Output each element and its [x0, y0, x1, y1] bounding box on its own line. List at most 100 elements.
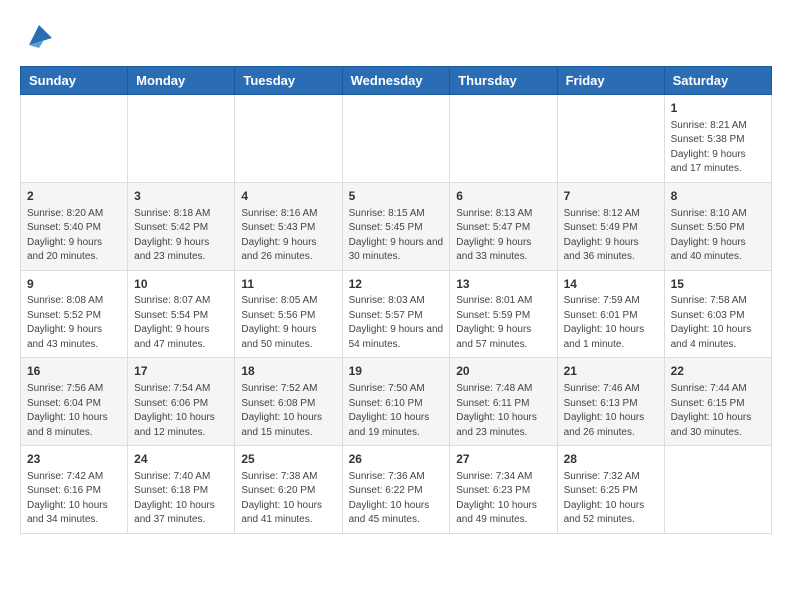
calendar-cell: 26 Sunrise: 7:36 AM Sunset: 6:22 PM Dayli…: [342, 446, 450, 534]
calendar-cell: [128, 95, 235, 183]
calendar-cell: 1 Sunrise: 8:21 AM Sunset: 5:38 PM Daylig…: [664, 95, 771, 183]
day-info-text: Sunrise: 8:03 AM Sunset: 5:57 PM Dayligh…: [349, 294, 444, 352]
day-number: 5: [349, 188, 444, 205]
page-header: [20, 20, 772, 50]
day-info-text: Sunrise: 7:34 AM Sunset: 6:23 PM Dayligh…: [456, 470, 550, 528]
calendar-week-row: 23 Sunrise: 7:42 AM Sunset: 6:16 PM Dayli…: [21, 446, 772, 534]
day-info-text: Sunrise: 7:38 AM Sunset: 6:20 PM Dayligh…: [241, 470, 335, 528]
day-number: 18: [241, 363, 335, 380]
calendar-cell: 14Sunrise: 7:59 AM Sunset: 6:01 PM Dayli…: [557, 270, 664, 358]
day-number: 21: [564, 363, 658, 380]
day-info-text: Sunrise: 7:58 AM Sunset: 6:03 PM Dayligh…: [671, 294, 765, 352]
day-number: 9: [27, 276, 121, 293]
day-number: 1: [671, 100, 765, 117]
day-number: 4: [241, 188, 335, 205]
day-info-text: Sunrise: 8:15 AM Sunset: 5:45 PM Dayligh…: [349, 207, 444, 265]
calendar-cell: 21 Sunrise: 7:46 AM Sunset: 6:13 PM Dayli…: [557, 358, 664, 446]
calendar-week-row: 9Sunrise: 8:08 AM Sunset: 5:52 PM Daylig…: [21, 270, 772, 358]
calendar-table: SundayMondayTuesdayWednesdayThursdayFrid…: [20, 66, 772, 534]
day-number: 19: [349, 363, 444, 380]
day-info-text: Sunrise: 7:50 AM Sunset: 6:10 PM Dayligh…: [349, 382, 444, 440]
calendar-cell: 25 Sunrise: 7:38 AM Sunset: 6:20 PM Dayli…: [235, 446, 342, 534]
day-of-week-header: Thursday: [450, 67, 557, 95]
calendar-cell: 3 Sunrise: 8:18 AM Sunset: 5:42 PM Daylig…: [128, 182, 235, 270]
calendar-cell: [342, 95, 450, 183]
calendar-cell: 18 Sunrise: 7:52 AM Sunset: 6:08 PM Dayli…: [235, 358, 342, 446]
calendar-header-row: SundayMondayTuesdayWednesdayThursdayFrid…: [21, 67, 772, 95]
calendar-cell: 12Sunrise: 8:03 AM Sunset: 5:57 PM Dayli…: [342, 270, 450, 358]
day-of-week-header: Tuesday: [235, 67, 342, 95]
calendar-cell: [557, 95, 664, 183]
day-info-text: Sunrise: 7:54 AM Sunset: 6:06 PM Dayligh…: [134, 382, 228, 440]
day-info-text: Sunrise: 8:21 AM Sunset: 5:38 PM Dayligh…: [671, 119, 765, 177]
calendar-cell: 24Sunrise: 7:40 AM Sunset: 6:18 PM Dayli…: [128, 446, 235, 534]
calendar-cell: [664, 446, 771, 534]
day-info-text: Sunrise: 7:48 AM Sunset: 6:11 PM Dayligh…: [456, 382, 550, 440]
calendar-week-row: 16 Sunrise: 7:56 AM Sunset: 6:04 PM Dayli…: [21, 358, 772, 446]
calendar-cell: 22 Sunrise: 7:44 AM Sunset: 6:15 PM Dayli…: [664, 358, 771, 446]
day-of-week-header: Sunday: [21, 67, 128, 95]
day-number: 25: [241, 451, 335, 468]
calendar-cell: 7 Sunrise: 8:12 AM Sunset: 5:49 PM Daylig…: [557, 182, 664, 270]
calendar-cell: 4 Sunrise: 8:16 AM Sunset: 5:43 PM Daylig…: [235, 182, 342, 270]
calendar-cell: 15Sunrise: 7:58 AM Sunset: 6:03 PM Dayli…: [664, 270, 771, 358]
day-of-week-header: Monday: [128, 67, 235, 95]
calendar-week-row: 2 Sunrise: 8:20 AM Sunset: 5:40 PM Daylig…: [21, 182, 772, 270]
calendar-cell: 23 Sunrise: 7:42 AM Sunset: 6:16 PM Dayli…: [21, 446, 128, 534]
day-info-text: Sunrise: 7:52 AM Sunset: 6:08 PM Dayligh…: [241, 382, 335, 440]
day-number: 26: [349, 451, 444, 468]
day-number: 11: [241, 276, 335, 293]
day-number: 22: [671, 363, 765, 380]
day-number: 17: [134, 363, 228, 380]
day-info-text: Sunrise: 7:42 AM Sunset: 6:16 PM Dayligh…: [27, 470, 121, 528]
day-info-text: Sunrise: 7:46 AM Sunset: 6:13 PM Dayligh…: [564, 382, 658, 440]
calendar-cell: 2 Sunrise: 8:20 AM Sunset: 5:40 PM Daylig…: [21, 182, 128, 270]
calendar-cell: 9Sunrise: 8:08 AM Sunset: 5:52 PM Daylig…: [21, 270, 128, 358]
day-number: 16: [27, 363, 121, 380]
day-of-week-header: Wednesday: [342, 67, 450, 95]
calendar-cell: [235, 95, 342, 183]
day-info-text: Sunrise: 8:07 AM Sunset: 5:54 PM Dayligh…: [134, 294, 228, 352]
day-info-text: Sunrise: 8:08 AM Sunset: 5:52 PM Dayligh…: [27, 294, 121, 352]
day-info-text: Sunrise: 7:32 AM Sunset: 6:25 PM Dayligh…: [564, 470, 658, 528]
day-number: 7: [564, 188, 658, 205]
calendar-cell: 8 Sunrise: 8:10 AM Sunset: 5:50 PM Daylig…: [664, 182, 771, 270]
calendar-cell: 17 Sunrise: 7:54 AM Sunset: 6:06 PM Dayli…: [128, 358, 235, 446]
calendar-cell: 20Sunrise: 7:48 AM Sunset: 6:11 PM Dayli…: [450, 358, 557, 446]
day-number: 12: [349, 276, 444, 293]
calendar-cell: 11Sunrise: 8:05 AM Sunset: 5:56 PM Dayli…: [235, 270, 342, 358]
calendar-cell: 19 Sunrise: 7:50 AM Sunset: 6:10 PM Dayli…: [342, 358, 450, 446]
day-info-text: Sunrise: 8:13 AM Sunset: 5:47 PM Dayligh…: [456, 207, 550, 265]
day-of-week-header: Saturday: [664, 67, 771, 95]
day-number: 23: [27, 451, 121, 468]
day-number: 13: [456, 276, 550, 293]
calendar-week-row: 1 Sunrise: 8:21 AM Sunset: 5:38 PM Daylig…: [21, 95, 772, 183]
day-info-text: Sunrise: 7:44 AM Sunset: 6:15 PM Dayligh…: [671, 382, 765, 440]
day-number: 2: [27, 188, 121, 205]
logo: [20, 20, 54, 50]
day-number: 3: [134, 188, 228, 205]
day-info-text: Sunrise: 7:36 AM Sunset: 6:22 PM Dayligh…: [349, 470, 444, 528]
day-number: 28: [564, 451, 658, 468]
day-info-text: Sunrise: 8:18 AM Sunset: 5:42 PM Dayligh…: [134, 207, 228, 265]
calendar-cell: [450, 95, 557, 183]
day-info-text: Sunrise: 8:05 AM Sunset: 5:56 PM Dayligh…: [241, 294, 335, 352]
day-info-text: Sunrise: 7:56 AM Sunset: 6:04 PM Dayligh…: [27, 382, 121, 440]
calendar-cell: 28 Sunrise: 7:32 AM Sunset: 6:25 PM Dayli…: [557, 446, 664, 534]
day-number: 6: [456, 188, 550, 205]
calendar-cell: 10Sunrise: 8:07 AM Sunset: 5:54 PM Dayli…: [128, 270, 235, 358]
calendar-cell: 5 Sunrise: 8:15 AM Sunset: 5:45 PM Daylig…: [342, 182, 450, 270]
day-number: 8: [671, 188, 765, 205]
day-of-week-header: Friday: [557, 67, 664, 95]
calendar-cell: 27Sunrise: 7:34 AM Sunset: 6:23 PM Dayli…: [450, 446, 557, 534]
logo-icon: [24, 20, 54, 50]
day-number: 15: [671, 276, 765, 293]
day-info-text: Sunrise: 8:10 AM Sunset: 5:50 PM Dayligh…: [671, 207, 765, 265]
calendar-cell: 16 Sunrise: 7:56 AM Sunset: 6:04 PM Dayli…: [21, 358, 128, 446]
day-info-text: Sunrise: 7:59 AM Sunset: 6:01 PM Dayligh…: [564, 294, 658, 352]
day-info-text: Sunrise: 8:12 AM Sunset: 5:49 PM Dayligh…: [564, 207, 658, 265]
calendar-cell: 13Sunrise: 8:01 AM Sunset: 5:59 PM Dayli…: [450, 270, 557, 358]
day-number: 14: [564, 276, 658, 293]
day-info-text: Sunrise: 8:20 AM Sunset: 5:40 PM Dayligh…: [27, 207, 121, 265]
day-info-text: Sunrise: 8:16 AM Sunset: 5:43 PM Dayligh…: [241, 207, 335, 265]
